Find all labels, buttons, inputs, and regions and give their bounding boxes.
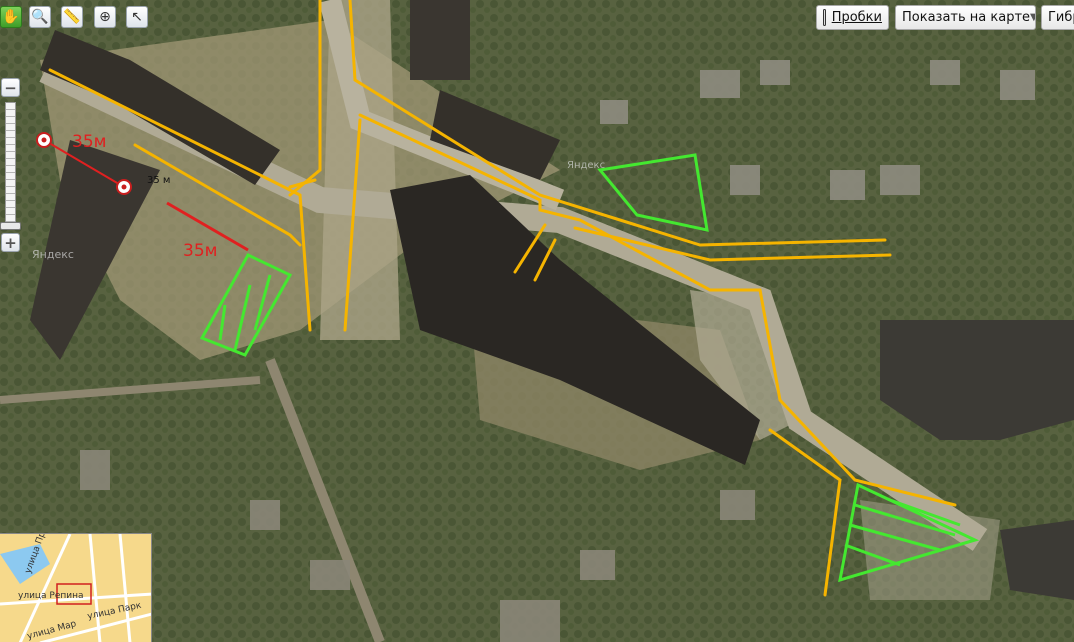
- zoom-slider-thumb[interactable]: [0, 222, 21, 230]
- magnifier-icon[interactable]: 🔍: [29, 6, 51, 28]
- minimap-street-label: улица Репина: [18, 591, 84, 601]
- plus-icon: +: [4, 233, 17, 252]
- satellite-map[interactable]: 35м 35 м 35м Яндекс Яндекс: [0, 0, 1074, 642]
- traffic-label: Пробки: [831, 10, 882, 25]
- show-on-map-label: Показать на карте: [902, 10, 1031, 25]
- watermark-center: Яндекс: [567, 160, 605, 171]
- minimap-canvas: улица Профсоюзная улица Репина улица Пар…: [0, 534, 151, 642]
- minimap[interactable]: улица Профсоюзная улица Репина улица Пар…: [0, 533, 152, 642]
- distance-label-small: 35 м: [147, 175, 170, 186]
- cursor-icon[interactable]: ↖: [126, 6, 148, 28]
- distance-label-top: 35м: [72, 132, 106, 152]
- show-on-map-select[interactable]: Показать на карте ▼: [895, 5, 1036, 30]
- distance-label-bottom: 35м: [183, 241, 217, 261]
- ruler-icon[interactable]: 📏: [61, 6, 83, 28]
- measure-point-icon[interactable]: [116, 179, 132, 195]
- zoom-slider[interactable]: [5, 102, 16, 230]
- add-point-icon[interactable]: ⊕: [94, 6, 116, 28]
- hand-icon[interactable]: ✋: [0, 6, 22, 28]
- watermark-left: Яндекс: [32, 248, 74, 261]
- chevron-down-icon: ▼: [1030, 12, 1035, 23]
- hybrid-button[interactable]: Гибр: [1041, 5, 1074, 30]
- zoom-out-button[interactable]: −: [1, 78, 20, 97]
- measure-point-icon[interactable]: [36, 132, 52, 148]
- zoom-in-button[interactable]: +: [1, 233, 20, 252]
- minus-icon: −: [4, 78, 17, 97]
- traffic-light-icon: [823, 9, 826, 26]
- hybrid-label: Гибр: [1048, 10, 1074, 25]
- traffic-button[interactable]: Пробки: [816, 5, 889, 30]
